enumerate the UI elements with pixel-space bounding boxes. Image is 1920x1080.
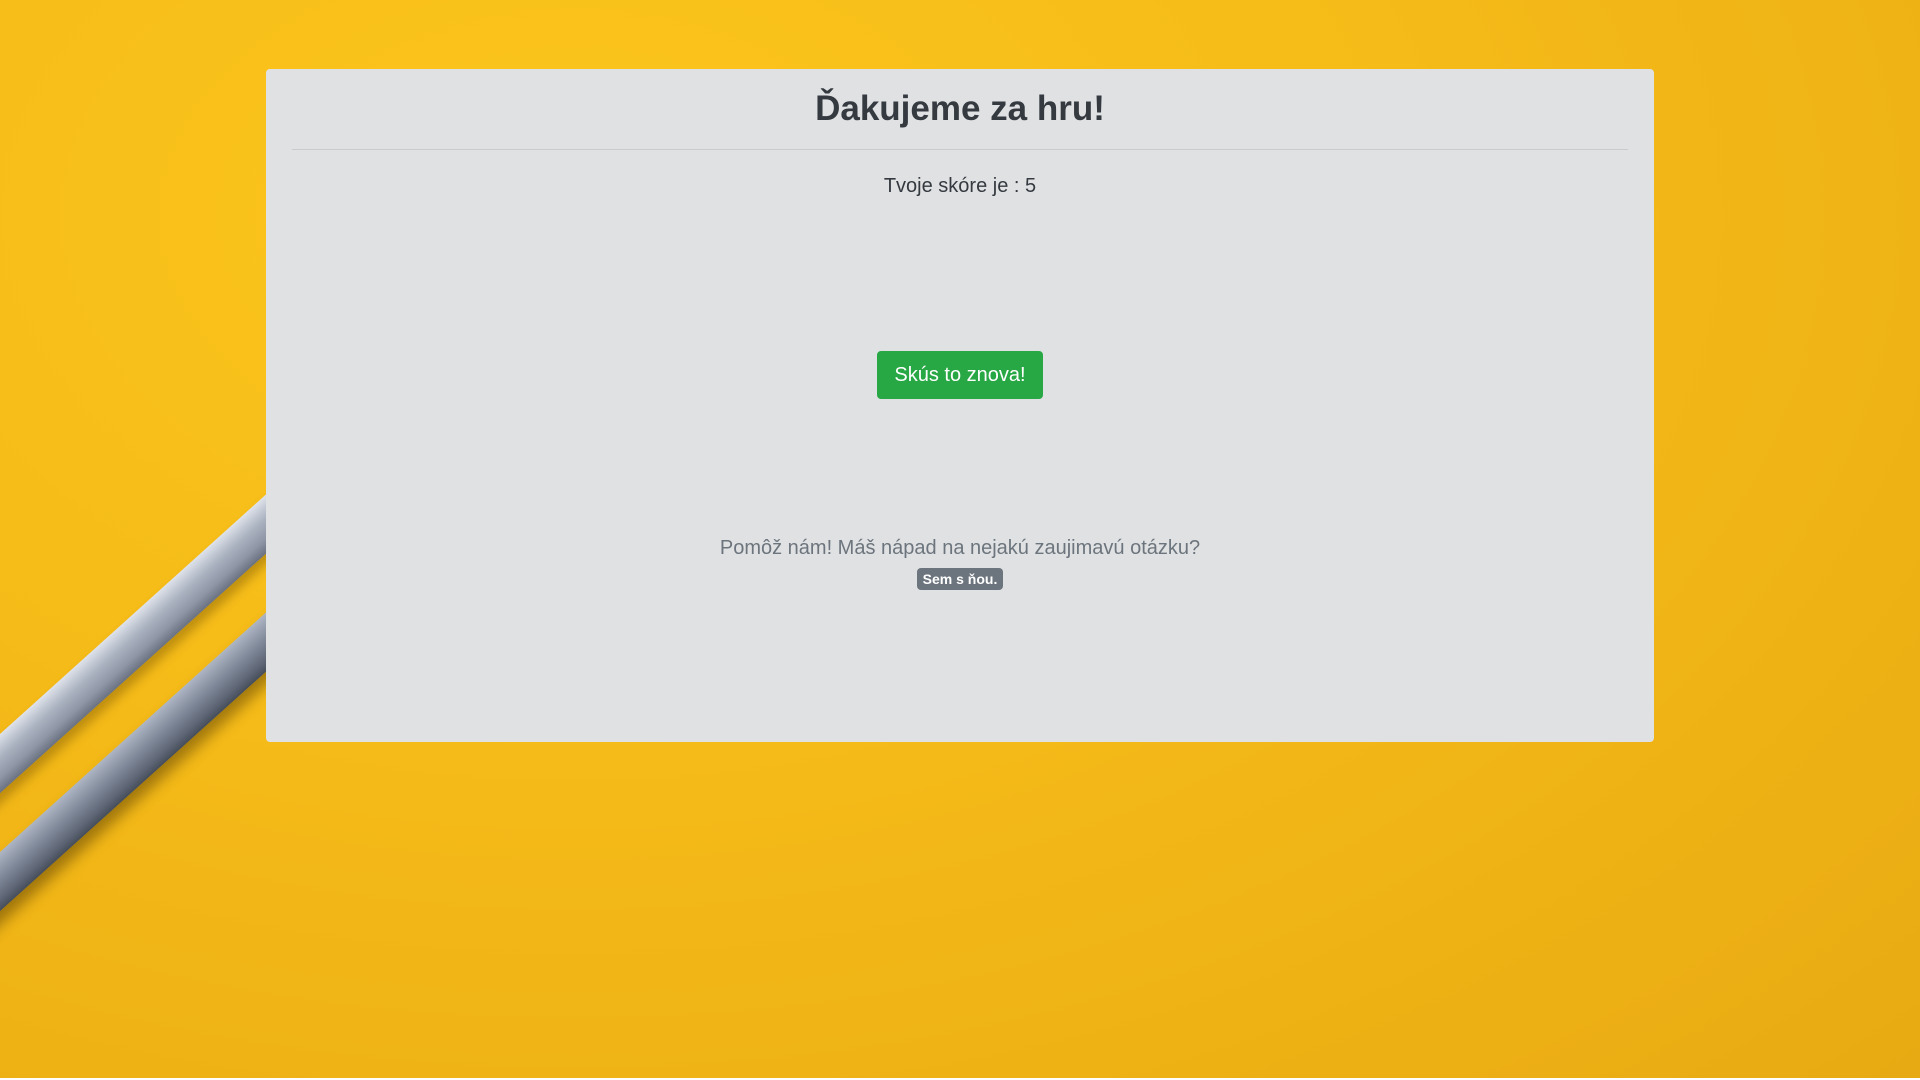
score-text: Tvoje skóre je : 5 [883,175,1037,197]
retry-button[interactable]: Skús to znova! [877,351,1043,399]
title-divider [292,149,1628,150]
page-title: Ďakujeme za hru! [815,89,1105,128]
result-card: Ďakujeme za hru! Tvoje skóre je : 5 Skús… [266,69,1654,742]
suggest-question-link[interactable]: Sem s ňou. [916,568,1004,590]
page-background: Ďakujeme za hru! Tvoje skóre je : 5 Skús… [0,0,1920,1080]
help-prompt-text: Pomôž nám! Máš nápad na nejakú zaujimavú… [719,537,1201,559]
